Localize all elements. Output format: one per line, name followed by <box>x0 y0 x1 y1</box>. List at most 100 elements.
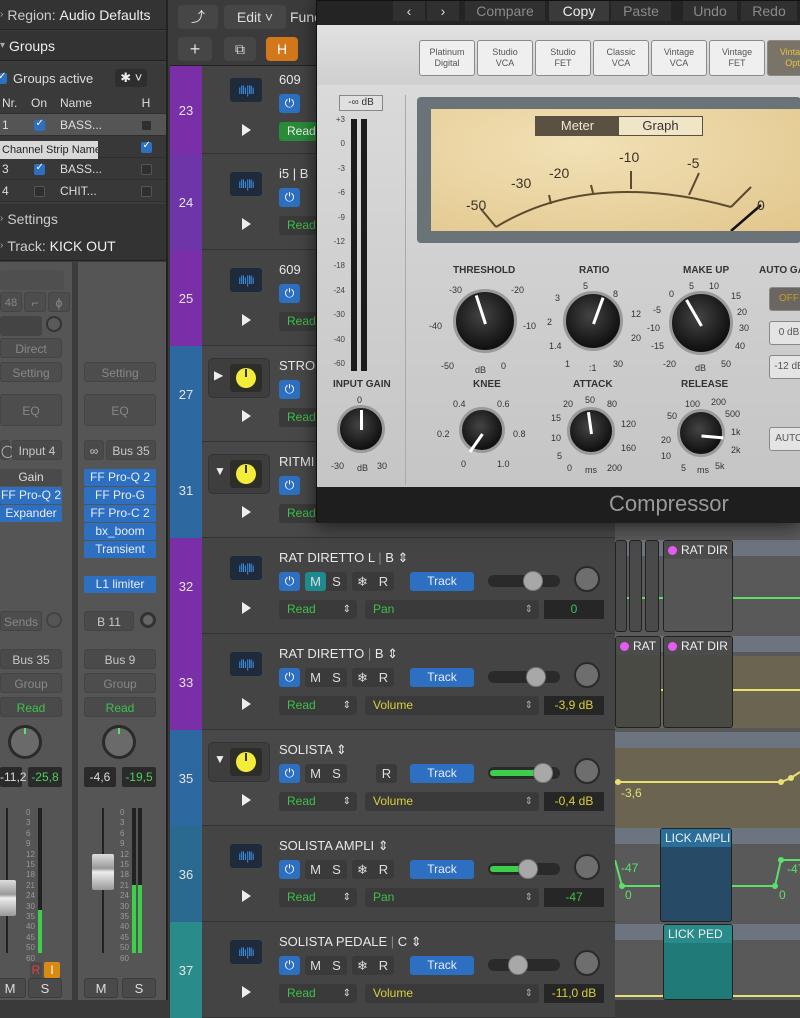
audio-region[interactable]: RAT <box>615 636 661 728</box>
knee-knob[interactable] <box>459 407 505 453</box>
input-slot[interactable]: Bus 35 <box>106 440 156 460</box>
track-name-field[interactable]: STRO <box>279 358 315 373</box>
auto-gain-off-button[interactable]: OFF <box>769 287 800 311</box>
attack-knob[interactable] <box>567 407 615 455</box>
model-button[interactable]: Classic VCA <box>593 40 649 76</box>
region-fragment[interactable] <box>645 540 659 632</box>
highpass-icon[interactable]: ⌐ <box>24 292 46 312</box>
solo-button[interactable]: S <box>326 764 347 783</box>
play-icon[interactable] <box>242 986 251 998</box>
setting-button[interactable]: Setting <box>0 362 62 382</box>
play-icon[interactable] <box>242 124 251 136</box>
model-button[interactable]: VintageOpto <box>767 40 800 76</box>
volume-slider-thumb[interactable] <box>522 571 543 591</box>
group-hide-checkbox[interactable] <box>140 140 152 153</box>
model-button[interactable]: Platinum Digital <box>419 40 475 76</box>
input-gain-knob[interactable] <box>46 316 62 332</box>
track-name-field[interactable]: RITMI <box>279 454 314 469</box>
volume-slider-thumb[interactable] <box>518 859 539 879</box>
volume-slider[interactable] <box>488 859 560 879</box>
power-icon[interactable]: ⏻ <box>279 956 300 975</box>
peak-readout[interactable]: -19,5 <box>122 767 156 787</box>
track-name-field[interactable]: 609 <box>279 262 301 277</box>
release-knob[interactable] <box>677 409 725 457</box>
group-slot[interactable]: Group <box>0 673 62 693</box>
play-icon[interactable] <box>242 314 251 326</box>
mute-button[interactable]: M <box>84 978 118 998</box>
group-hide-checkbox[interactable] <box>140 163 152 175</box>
freeze-icon[interactable]: ❄ <box>352 956 373 975</box>
track-automation-button[interactable]: Track <box>410 572 474 591</box>
threshold-knob[interactable] <box>453 289 517 353</box>
track-name-field[interactable]: 609 <box>279 72 301 87</box>
solo-button[interactable]: S <box>122 978 156 998</box>
output-slot[interactable]: Bus 35 <box>0 649 62 669</box>
track-number[interactable]: 33 <box>170 634 202 730</box>
volume-readout[interactable]: -11,2 <box>0 767 26 787</box>
automation-value[interactable]: -11,0 dB <box>544 984 604 1003</box>
track-name-field[interactable]: SOLISTA ⇕ <box>279 742 347 758</box>
automation-parameter-select[interactable]: Volume <box>365 696 539 715</box>
track-automation-button[interactable]: Track <box>410 860 474 879</box>
pan-knob[interactable] <box>574 950 600 976</box>
add-track-button[interactable]: + <box>178 37 212 61</box>
pan-knob[interactable] <box>102 725 136 759</box>
solo-button[interactable]: S <box>326 956 347 975</box>
record-button[interactable]: R <box>373 572 394 591</box>
paste-button[interactable]: Paste <box>611 1 671 21</box>
catch-icon[interactable]: ⤴ <box>178 5 218 29</box>
plugin-slot[interactable]: Transient <box>84 541 156 558</box>
automation-parameter-select[interactable]: Pan <box>365 888 539 907</box>
play-icon[interactable] <box>242 794 251 806</box>
automation-mode[interactable]: Read <box>0 697 62 717</box>
play-icon[interactable] <box>242 698 251 710</box>
hide-tracks-button[interactable]: H <box>266 37 298 61</box>
track-name-field[interactable]: i5 | B <box>279 166 308 181</box>
next-preset-button[interactable]: › <box>427 1 459 21</box>
pan-knob[interactable] <box>574 566 600 592</box>
plugin-slot[interactable]: FF Pro-Q 2 <box>84 469 156 486</box>
group-on-checkbox[interactable] <box>33 185 45 197</box>
volume-readout[interactable]: -4,6 <box>84 767 116 787</box>
redo-button[interactable]: Redo <box>741 1 797 21</box>
mute-button[interactable]: M <box>0 978 26 998</box>
input-gain-slot[interactable] <box>0 316 42 336</box>
automation-value[interactable]: 0 <box>544 600 604 619</box>
group-row[interactable]: 3 BASS... <box>0 158 166 180</box>
power-icon[interactable]: ⏻ <box>279 284 300 303</box>
compare-button[interactable]: Compare <box>465 1 545 21</box>
link-icon[interactable]: ◯ <box>0 440 14 460</box>
group-on-checkbox[interactable] <box>33 162 45 175</box>
automation-mode-select[interactable]: Read <box>279 792 357 811</box>
track-automation-button[interactable]: Track <box>410 956 474 975</box>
solo-button[interactable]: S <box>326 572 347 591</box>
power-icon[interactable]: ⏻ <box>279 380 300 399</box>
track-automation-button[interactable]: Track <box>410 668 474 687</box>
automation-mode-select[interactable]: Read <box>279 600 357 619</box>
plugin-slot[interactable]: FF Pro-G <box>84 487 156 504</box>
model-button[interactable]: Vintage VCA <box>651 40 707 76</box>
mute-button[interactable]: M <box>305 572 326 591</box>
track-automation-button[interactable]: Track <box>410 764 474 783</box>
plugin-slot[interactable]: Expander <box>0 505 62 522</box>
undo-button[interactable]: Undo <box>683 1 737 21</box>
play-icon[interactable] <box>242 890 251 902</box>
volume-fader[interactable] <box>92 854 114 890</box>
model-button[interactable]: Studio FET <box>535 40 591 76</box>
region-section-header[interactable]: › Region: Audio Defaults <box>0 0 166 30</box>
automation-mode[interactable]: Read <box>84 697 156 717</box>
pan-knob[interactable] <box>574 758 600 784</box>
pan-knob[interactable] <box>574 854 600 880</box>
volume-slider-thumb[interactable] <box>525 667 546 687</box>
track-header[interactable]: ıllı|llı SOLISTA PEDALE | C ⇕ ⏻ Read M S ❄ … <box>202 922 615 1018</box>
track-header[interactable]: ıllı|llı RAT DIRETTO L | B ⇕ ⏻ Read M S ❄ R… <box>202 538 615 634</box>
disclosure-down-icon[interactable]: ▼ <box>214 752 226 766</box>
audio-region[interactable]: RAT DIR <box>663 540 733 632</box>
track-header[interactable]: ıllı|llı RAT DIRETTO | B ⇕ ⏻ Read M S ❄ R Tr… <box>202 634 615 730</box>
mute-button[interactable]: M <box>305 764 326 783</box>
track-number[interactable]: 36 <box>170 826 202 922</box>
auto-button[interactable]: AUTO <box>769 427 800 451</box>
volume-fader[interactable] <box>0 880 16 916</box>
solo-button[interactable]: S <box>326 860 347 879</box>
pan-knob[interactable] <box>574 662 600 688</box>
